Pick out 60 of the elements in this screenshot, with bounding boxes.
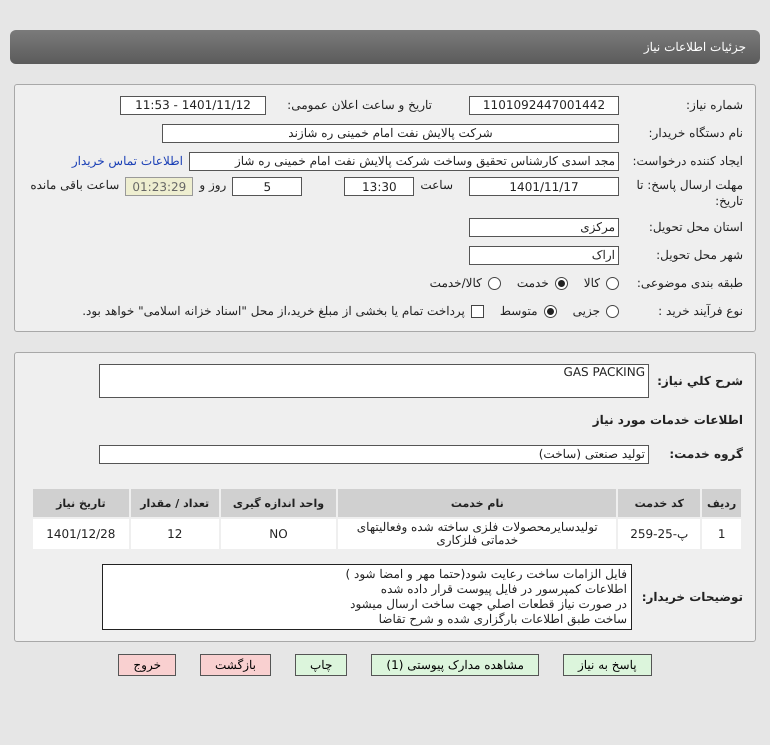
field-label: توضیحات خریدار:	[640, 589, 743, 605]
deadline-time-field: 13:30	[344, 177, 414, 196]
radio-label: کالا/خدمت	[430, 276, 482, 290]
field-label: ساعت	[420, 177, 453, 193]
field-label: شرح کلي نياز:	[656, 373, 743, 389]
radio-button[interactable]	[606, 304, 619, 318]
page-header: جزئیات اطلاعات نیاز	[10, 30, 760, 64]
field-label: شماره نیاز:	[685, 97, 743, 113]
field-label: نام دستگاه خریدار:	[648, 125, 743, 141]
buyer-contact-link[interactable]: اطلاعات تماس خریدار	[72, 154, 183, 168]
action-button[interactable]: چاپ	[295, 654, 348, 676]
requester-field: مجد اسدی کارشناس تحقیق وساخت شرکت پالایش نفت امام خمینی ره شاز	[189, 152, 619, 170]
radio-label: کالا	[584, 276, 600, 290]
table-header: واحد اندازه گیری	[220, 489, 336, 517]
deadline-date-field: 1401/11/17	[469, 177, 619, 196]
need-number-field: 1101092447001442	[469, 96, 619, 114]
field-label: نوع فرآیند خرید :	[657, 303, 743, 319]
service-group-field: تولید صنعتی (ساخت)	[99, 444, 649, 464]
action-button[interactable]: پاسخ به نیاز	[562, 654, 652, 676]
table-cell: NO	[220, 519, 336, 549]
radio-label: خدمت	[516, 276, 549, 290]
table-header: کد خدمت	[618, 489, 700, 517]
field-label: ساعت باقی مانده	[30, 177, 120, 193]
table-cell: 1401/12/28	[33, 519, 129, 549]
radio-button[interactable]	[606, 276, 619, 290]
field-label: استان محل تحویل:	[648, 219, 743, 235]
table-header: تعداد / مقدار	[130, 489, 219, 517]
table-header: ردیف	[702, 489, 741, 517]
buyer-notes: فایل الزامات ساخت رعایت شود(حتما مهر و امضا شود ) اطلاعات کمپرسور در فایل پیوست قرار داده شده در صورت نیاز قطعات اصلي جهت ساخت ارسال میشود ساخت طبق اطلاعات بارگزاری شده و شرح تقاضا	[102, 564, 632, 630]
city-field: اراک	[469, 246, 619, 264]
section-title: اطلاعات خدمات مورد نیاز	[592, 412, 743, 428]
description-field: GAS PACKING	[99, 364, 649, 398]
table-cell: پ-25-259	[618, 519, 700, 549]
action-button[interactable]: خروج	[118, 654, 176, 676]
table-cell: 1	[702, 519, 741, 549]
radio-label: متوسط	[500, 304, 538, 318]
radio-button[interactable]	[544, 304, 557, 318]
days-field: 5	[232, 177, 302, 196]
checkbox[interactable]	[470, 304, 484, 318]
checkbox-label: پرداخت تمام یا بخشی از مبلغ خرید،از محل "اسناد خزانه اسلامی" خواهد بود.	[82, 304, 465, 318]
radio-label: جزیی	[572, 304, 600, 318]
province-field: مرکزی	[469, 218, 619, 236]
field-label: مهلت ارسال پاسخ: تا تاریخ:	[635, 177, 743, 209]
field-label: طبقه بندی موضوعی:	[636, 275, 743, 291]
radio-button[interactable]	[488, 276, 501, 290]
table-header: نام خدمت	[338, 489, 616, 517]
table-cell: 12	[130, 519, 219, 549]
field-label: ایجاد کننده درخواست:	[631, 153, 743, 169]
table-cell: تولیدسایرمحصولات فلزی ساخته شده وفعالیتهای خدماتی فلزکاری	[338, 519, 616, 549]
field-label: تاریخ و ساعت اعلان عمومی:	[286, 97, 432, 113]
table-header: تاریخ نیاز	[33, 489, 129, 517]
announce-date-field: 1401/11/12 - 11:53	[120, 96, 266, 114]
action-button[interactable]: مشاهده مدارک پیوستی (1)	[371, 654, 539, 676]
field-label: گروه خدمت:	[668, 446, 743, 462]
field-label: شهر محل تحویل:	[655, 247, 743, 263]
field-label: روز و	[199, 177, 226, 193]
radio-button[interactable]	[554, 276, 568, 290]
remaining-time-field: 01:23:29	[125, 177, 194, 196]
action-button[interactable]: بازگشت	[200, 654, 271, 676]
buyer-org-field: شرکت پالایش نفت امام خمینی ره شازند	[162, 124, 619, 142]
